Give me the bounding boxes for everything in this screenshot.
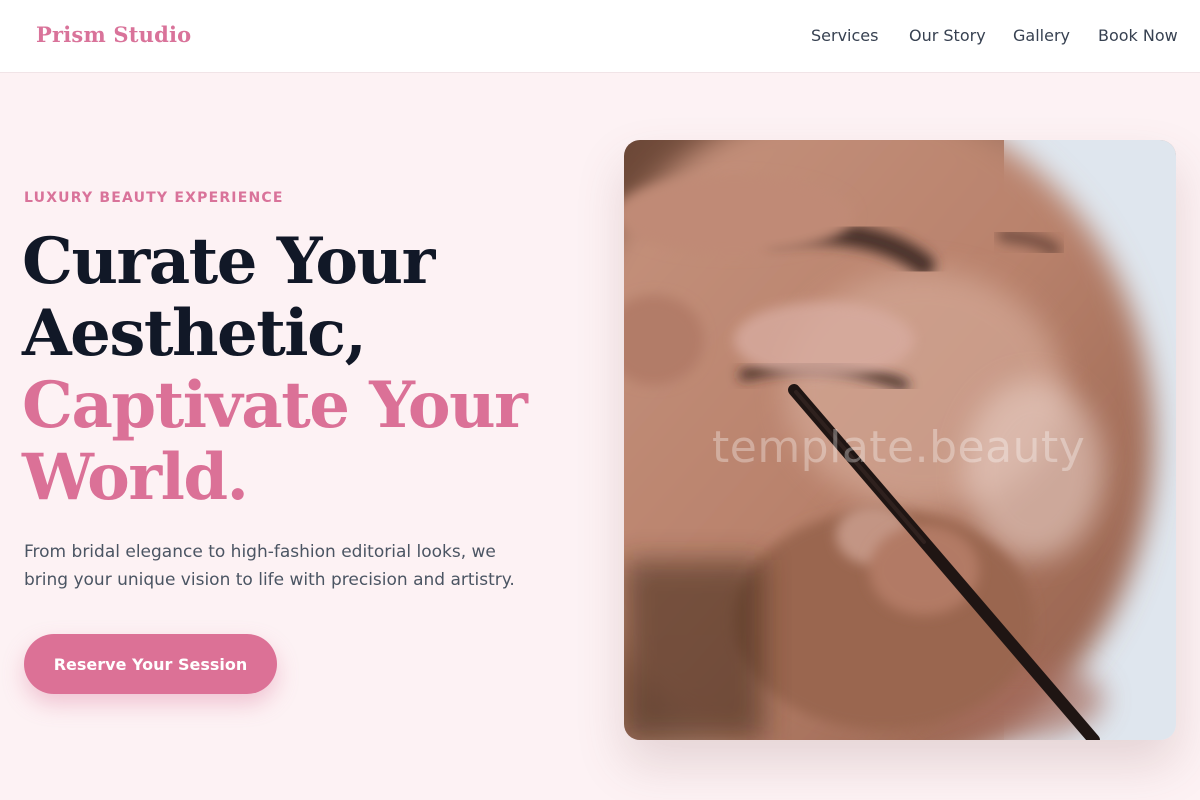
hero-eyebrow: LUXURY BEAUTY EXPERIENCE	[24, 190, 284, 206]
nav-gallery[interactable]: Gallery	[1013, 26, 1070, 45]
headline-line-1: Curate Your	[22, 224, 435, 299]
headline-line-4: World.	[22, 440, 249, 515]
headline-line-2: Aesthetic,	[22, 296, 367, 371]
hero-headline: Curate Your Aesthetic, Captivate Your Wo…	[22, 226, 602, 514]
hero-image: template.beauty	[624, 140, 1176, 740]
main-nav: Services Our Story Gallery Book Now	[0, 26, 1200, 48]
nav-book-now[interactable]: Book Now	[1098, 26, 1178, 45]
nav-services[interactable]: Services	[811, 26, 878, 45]
site-header: Prism Studio Services Our Story Gallery …	[0, 0, 1200, 73]
image-watermark: template.beauty	[712, 422, 1086, 473]
reserve-session-button[interactable]: Reserve Your Session	[24, 634, 277, 694]
headline-line-3: Captivate Your	[22, 368, 528, 443]
hero-description: From bridal elegance to high-fashion edi…	[24, 542, 515, 590]
nav-our-story[interactable]: Our Story	[909, 26, 986, 45]
